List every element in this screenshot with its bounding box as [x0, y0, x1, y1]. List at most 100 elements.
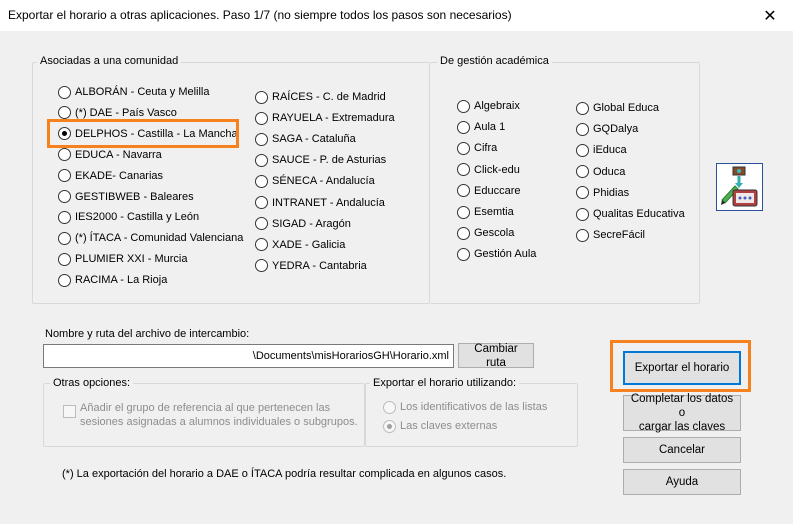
- academic-radio[interactable]: [576, 101, 589, 115]
- community-label: PLUMIER XXI - Murcia: [75, 253, 188, 266]
- community-option[interactable]: SAUCE - P. de Asturias: [255, 152, 386, 168]
- community-option[interactable]: RAYUELA - Extremadura: [255, 110, 395, 126]
- academic-option[interactable]: Educcare: [457, 183, 520, 199]
- community-option[interactable]: XADE - Galicia: [255, 237, 345, 253]
- help-button[interactable]: Ayuda: [623, 469, 741, 495]
- academic-label: Educcare: [474, 184, 521, 197]
- academic-option[interactable]: SecreFácil: [576, 227, 645, 243]
- community-radio[interactable]: [58, 273, 71, 287]
- community-option[interactable]: IES2000 - Castilla y León: [58, 209, 199, 225]
- academic-option[interactable]: Click-edu: [457, 162, 520, 178]
- community-option[interactable]: RAÍCES - C. de Madrid: [255, 89, 386, 105]
- community-label: RACIMA - La Rioja: [75, 274, 168, 287]
- community-radio[interactable]: [255, 153, 268, 167]
- window-title: Exportar el horario a otras aplicaciones…: [8, 8, 512, 22]
- community-radio[interactable]: [255, 174, 268, 188]
- academic-option[interactable]: Phidias: [576, 185, 629, 201]
- academic-radio[interactable]: [576, 207, 589, 221]
- reference-group-option[interactable]: Añadir el grupo de referencia al que per…: [63, 401, 358, 429]
- other-options-title: Otras opciones:: [50, 377, 134, 389]
- academic-option[interactable]: Global Educa: [576, 100, 659, 116]
- community-radio[interactable]: [58, 210, 71, 224]
- academic-option[interactable]: GQDalya: [576, 121, 638, 137]
- academic-option[interactable]: Oduca: [576, 164, 625, 180]
- community-radio[interactable]: [255, 111, 268, 125]
- academic-radio[interactable]: [457, 120, 470, 134]
- academic-radio[interactable]: [576, 165, 589, 179]
- community-label: EKADE- Canarias: [75, 169, 164, 182]
- community-label: (*) ÍTACA - Comunidad Valenciana: [75, 232, 244, 245]
- community-radio[interactable]: [58, 169, 71, 183]
- file-path-input[interactable]: \Documents\misHorariosGH\Horario.xml: [43, 344, 454, 368]
- academic-radio[interactable]: [576, 122, 589, 136]
- note-text: (*) La exportación del horario a DAE o Í…: [62, 468, 507, 480]
- academic-radio[interactable]: [457, 163, 470, 177]
- academic-option[interactable]: Qualitas Educativa: [576, 206, 685, 222]
- academic-label: Phidias: [593, 186, 630, 199]
- academic-label: Cifra: [474, 142, 498, 155]
- community-label: SAGA - Cataluña: [272, 133, 356, 146]
- academic-label: Gestión Aula: [474, 248, 537, 261]
- complete-data-button[interactable]: Completar los datos o cargar las claves: [623, 393, 741, 433]
- academic-radio[interactable]: [576, 228, 589, 242]
- community-option[interactable]: GESTIBWEB - Baleares: [58, 189, 194, 205]
- community-radio[interactable]: [58, 106, 71, 120]
- export-schedule-button[interactable]: Exportar el horario: [623, 351, 741, 385]
- community-radio[interactable]: [255, 90, 268, 104]
- close-button[interactable]: ✕: [747, 0, 793, 32]
- radio-external-keys[interactable]: [383, 419, 396, 433]
- community-radio[interactable]: [255, 132, 268, 146]
- community-label: RAÍCES - C. de Madrid: [272, 91, 386, 103]
- academic-radio[interactable]: [576, 186, 589, 200]
- community-option[interactable]: SIGAD - Aragón: [255, 216, 351, 232]
- community-radio[interactable]: [58, 148, 71, 162]
- academic-option[interactable]: Algebraix: [457, 98, 520, 114]
- academic-label: Esemtia: [474, 206, 514, 218]
- community-option[interactable]: YEDRA - Cantabria: [255, 258, 367, 274]
- academic-option[interactable]: Cifra: [457, 140, 497, 156]
- academic-radio[interactable]: [457, 99, 470, 113]
- community-option[interactable]: SÉNECA - Andalucía: [255, 173, 375, 189]
- academic-radio[interactable]: [576, 143, 589, 157]
- academic-option[interactable]: Aula 1: [457, 119, 505, 135]
- radio-list-ids[interactable]: [383, 400, 396, 414]
- change-path-button[interactable]: Cambiar ruta: [458, 343, 534, 369]
- community-radio[interactable]: [255, 196, 268, 209]
- community-option[interactable]: (*) ÍTACA - Comunidad Valenciana: [58, 230, 243, 246]
- close-icon: ✕: [763, 6, 777, 25]
- community-option[interactable]: PLUMIER XXI - Murcia: [58, 251, 187, 267]
- academic-radio[interactable]: [457, 226, 470, 240]
- reference-group-checkbox[interactable]: [63, 405, 76, 418]
- reference-group-label: Añadir el grupo de referencia al que per…: [80, 402, 358, 428]
- academic-radio[interactable]: [457, 205, 470, 219]
- academic-label: Oduca: [593, 165, 626, 178]
- option-list-ids[interactable]: Los identificativos de las listas: [383, 399, 547, 415]
- community-option[interactable]: RACIMA - La Rioja: [58, 272, 167, 288]
- community-option[interactable]: EKADE- Canarias: [58, 168, 163, 184]
- community-radio[interactable]: [58, 85, 71, 99]
- export-using-group: [365, 383, 578, 447]
- community-option[interactable]: ALBORÁN - Ceuta y Melilla: [58, 84, 210, 100]
- academic-option[interactable]: Esemtia: [457, 204, 514, 220]
- academic-radio[interactable]: [457, 247, 470, 261]
- academic-option[interactable]: Gescola: [457, 225, 514, 241]
- community-label: XADE - Galicia: [272, 238, 346, 251]
- community-option[interactable]: INTRANET - Andalucía: [255, 195, 385, 211]
- community-radio[interactable]: [255, 238, 268, 252]
- cancel-button[interactable]: Cancelar: [623, 437, 741, 463]
- community-radio[interactable]: [255, 217, 268, 231]
- community-radio[interactable]: [58, 231, 71, 245]
- export-tool-icon: [716, 163, 763, 211]
- community-radio[interactable]: [255, 259, 268, 273]
- option-external-keys[interactable]: Las claves externas: [383, 418, 497, 434]
- community-radio[interactable]: [58, 190, 71, 203]
- academic-radio[interactable]: [457, 184, 470, 198]
- academic-label: SecreFácil: [593, 229, 645, 242]
- community-radio[interactable]: [58, 252, 71, 266]
- community-option[interactable]: SAGA - Cataluña: [255, 131, 356, 147]
- academic-option[interactable]: iEduca: [576, 142, 627, 158]
- community-option[interactable]: EDUCA - Navarra: [58, 147, 162, 163]
- academic-radio[interactable]: [457, 141, 470, 155]
- academic-option[interactable]: Gestión Aula: [457, 246, 536, 262]
- academic-label: Qualitas Educativa: [593, 208, 685, 220]
